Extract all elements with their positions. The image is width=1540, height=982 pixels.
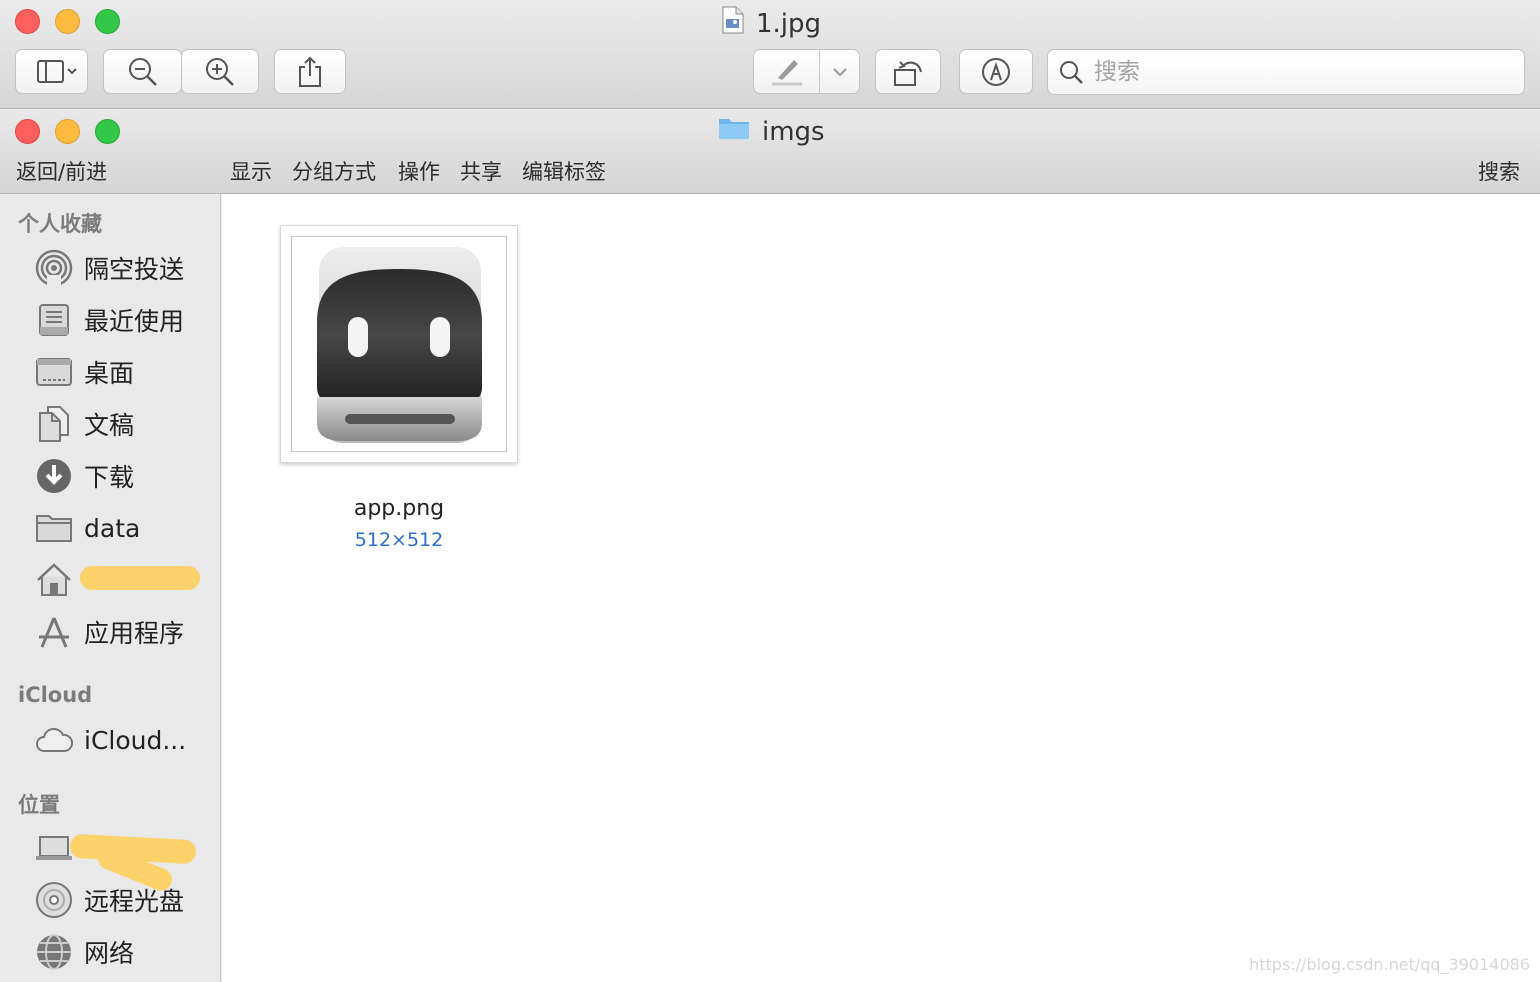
icloud-section-label: iCloud <box>18 683 93 707</box>
preview-title: 1.jpg <box>722 6 821 41</box>
group-by-button[interactable]: 分组方式 <box>292 156 376 186</box>
action-button[interactable]: 操作 <box>398 156 440 186</box>
laptop-icon <box>34 828 74 868</box>
folder-icon <box>718 116 750 147</box>
sidebar-item-label: 网络 <box>84 939 135 968</box>
locations-section-label: 位置 <box>18 793 60 817</box>
thumbnail-frame <box>291 236 507 452</box>
finder-title: imgs <box>718 116 825 147</box>
finder-zoom-button[interactable] <box>95 119 120 144</box>
image-file-icon <box>722 6 744 41</box>
file-thumbnail[interactable] <box>280 225 518 463</box>
sidebar-item-data[interactable]: data <box>0 506 221 550</box>
airdrop-icon <box>34 248 74 288</box>
app-icon-preview <box>317 247 482 443</box>
applications-icon <box>34 612 74 652</box>
sidebar: 个人收藏 隔空投送 最近使用 桌面 文稿 下载 data 应用程序 iCloud… <box>0 194 221 982</box>
search-input[interactable] <box>1094 59 1474 85</box>
file-dimensions: 512×512 <box>354 529 444 551</box>
preview-title-text: 1.jpg <box>756 8 822 39</box>
zoom-in-icon <box>206 57 234 86</box>
recents-icon <box>34 300 74 340</box>
sidebar-item-icloud-drive[interactable]: iCloud... <box>0 718 221 762</box>
sidebar-item-label: 文稿 <box>84 411 135 440</box>
sidebar-item-label: 下载 <box>84 463 135 492</box>
file-browser-content: app.png 512×512 https://blog.csdn.net/qq… <box>222 194 1540 982</box>
sidebar-item-airdrop[interactable]: 隔空投送 <box>0 246 221 290</box>
preview-traffic-lights <box>15 9 120 34</box>
sidebar-item-label: 应用程序 <box>84 619 185 648</box>
edit-tags-button[interactable]: 编辑标签 <box>522 156 606 186</box>
finder-traffic-lights <box>15 119 120 144</box>
sidebar-item-label: iCloud... <box>84 725 187 755</box>
documents-icon <box>34 404 74 444</box>
sidebar-item-remote-disc[interactable]: 远程光盘 <box>0 878 221 922</box>
share-menu-button[interactable]: 共享 <box>460 156 502 186</box>
desktop-icon <box>34 352 74 392</box>
finder-close-button[interactable] <box>15 119 40 144</box>
sidebar-item-documents[interactable]: 文稿 <box>0 402 221 446</box>
preview-search-field[interactable] <box>1047 49 1525 95</box>
downloads-icon <box>34 456 74 496</box>
redaction-mark <box>80 566 200 590</box>
markup-button[interactable] <box>959 49 1033 94</box>
sidebar-item-applications[interactable]: 应用程序 <box>0 610 221 654</box>
sidebar-item-label: 最近使用 <box>84 307 185 336</box>
finder-title-text: imgs <box>762 116 825 147</box>
zoom-out-button[interactable] <box>103 49 182 94</box>
finder-minimize-button[interactable] <box>55 119 80 144</box>
sidebar-item-label: 远程光盘 <box>84 887 185 916</box>
rotate-button[interactable] <box>875 49 941 94</box>
minimize-button[interactable] <box>55 9 80 34</box>
home-icon <box>34 560 74 600</box>
sidebar-icon <box>36 59 77 83</box>
close-button[interactable] <box>15 9 40 34</box>
sidebar-item-label: 桌面 <box>84 359 135 388</box>
view-button[interactable]: 显示 <box>230 156 272 186</box>
markup-pen-icon <box>982 57 1010 86</box>
remote-disc-icon <box>34 880 74 920</box>
chevron-down-icon <box>832 67 847 76</box>
sidebar-item-downloads[interactable]: 下载 <box>0 454 221 498</box>
file-name[interactable]: app.png <box>280 496 518 521</box>
zoom-in-button[interactable] <box>181 49 259 94</box>
highlighter-icon <box>771 59 802 85</box>
sidebar-item-label: 隔空投送 <box>84 255 185 284</box>
share-button[interactable] <box>274 49 346 94</box>
share-icon <box>299 56 321 87</box>
rotate-icon <box>894 60 922 86</box>
sidebar-item-label: data <box>84 513 141 543</box>
finder-search-button[interactable]: 搜索 <box>1478 156 1520 186</box>
sidebar-item-desktop[interactable]: 桌面 <box>0 350 221 394</box>
cloud-icon <box>34 720 74 760</box>
sidebar-item-network[interactable]: 网络 <box>0 930 221 974</box>
sidebar-toggle-button[interactable] <box>15 49 88 94</box>
back-forward-button[interactable]: 返回/前进 <box>16 156 107 186</box>
favorites-section-label: 个人收藏 <box>18 212 102 236</box>
network-icon <box>34 932 74 972</box>
preview-window-toolbar: 1.jpg <box>0 0 1540 109</box>
search-icon <box>1060 61 1083 84</box>
watermark: https://blog.csdn.net/qq_39014086 <box>1249 955 1530 974</box>
highlight-segmented-control <box>753 49 860 94</box>
sidebar-item-recents[interactable]: 最近使用 <box>0 298 221 342</box>
zoom-out-icon <box>128 57 157 86</box>
zoom-button[interactable] <box>95 9 120 34</box>
highlight-button[interactable] <box>754 56 819 88</box>
folder-icon <box>34 508 74 548</box>
highlight-menu-button[interactable] <box>820 66 859 78</box>
